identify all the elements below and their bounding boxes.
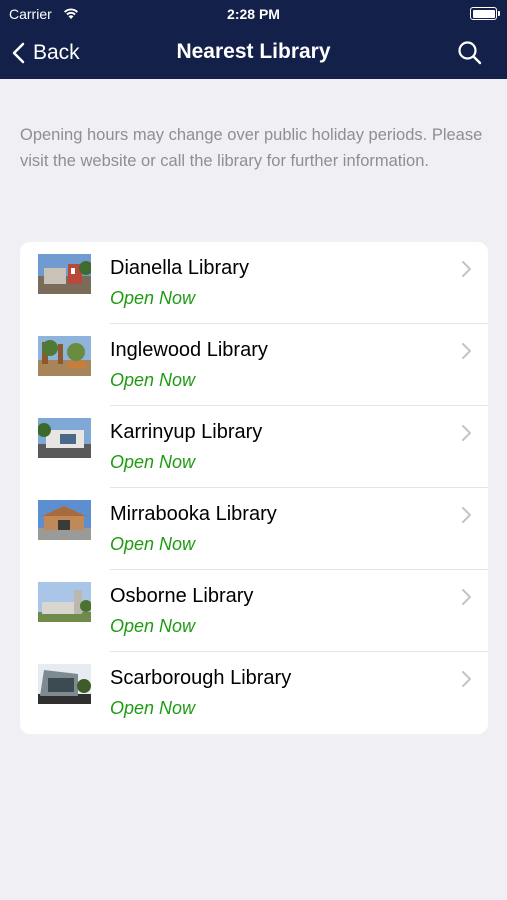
chevron-right-icon [462,507,471,523]
library-thumbnail [38,664,91,704]
list-item-karrinyup[interactable]: Karrinyup Library Open Now [20,406,488,488]
open-status: Open Now [110,616,196,636]
status-bar: Carrier 2:28 PM [0,0,507,28]
list-item-inglewood[interactable]: Inglewood Library Open Now [20,324,488,406]
navigation-bar: Back Nearest Library [0,28,507,79]
library-thumbnail [38,582,91,622]
chevron-right-icon [462,261,471,277]
library-name: Inglewood Library [110,339,268,361]
list-item-scarborough[interactable]: Scarborough Library Open Now [20,652,488,734]
page-title: Nearest Library [176,40,331,63]
list-item-dianella[interactable]: Dianella Library Open Now [20,242,488,324]
open-status: Open Now [110,288,196,308]
library-thumbnail [38,418,91,458]
clock-time: 2:28 PM [227,6,280,22]
library-name: Dianella Library [110,257,249,279]
open-status: Open Now [110,534,196,554]
list-item-osborne[interactable]: Osborne Library Open Now [20,570,488,652]
chevron-right-icon [462,343,471,359]
library-name: Osborne Library [110,585,254,607]
library-thumbnail [38,336,91,376]
chevron-right-icon [462,425,471,441]
library-thumbnail [38,254,91,294]
library-name: Karrinyup Library [110,421,263,443]
search-icon[interactable] [455,38,485,68]
open-status: Open Now [110,452,196,472]
chevron-right-icon [462,589,471,605]
library-thumbnail [38,500,91,540]
open-status: Open Now [110,370,196,390]
library-list: Dianella Library Open Now Inglewood Libr… [20,242,488,734]
library-name: Scarborough Library [110,667,292,689]
library-name: Mirrabooka Library [110,503,277,525]
chevron-right-icon [462,671,471,687]
holiday-notice: Opening hours may change over public hol… [20,126,483,170]
open-status: Open Now [110,698,196,718]
list-item-mirrabooka[interactable]: Mirrabooka Library Open Now [20,488,488,570]
battery-icon [470,7,500,20]
